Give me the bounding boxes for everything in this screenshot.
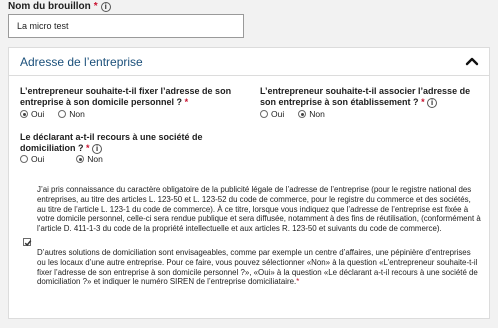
radio-label: Oui [31,154,45,164]
radio-label: Non [69,109,85,119]
required-marker: * [93,1,98,12]
radio-group-establishment-address: Oui Non [260,109,325,119]
required-marker: * [421,97,425,107]
paragraph-text: D’autres solutions de domiciliation sont… [37,248,478,287]
info-icon[interactable]: i [427,98,438,108]
radio-group-domiciliation: Oui Non [20,154,103,164]
question-text: Le déclarant a-t-il recours à une sociét… [20,132,203,153]
required-marker: * [184,97,189,107]
draft-name-label: Nom du brouillon * i [8,1,111,13]
radio-label: Non [87,154,103,164]
info-icon[interactable]: i [92,144,103,154]
question-establishment-address: L’entrepreneur souhaite-t-il associer l’… [260,86,485,108]
draft-name-label-text: Nom du brouillon [8,1,91,12]
radio-group-home-address: Oui Non [20,109,85,119]
radio-label: Oui [31,109,45,119]
required-marker: * [296,277,300,287]
radio-non[interactable] [58,110,67,118]
draft-name-input[interactable]: La micro test [8,14,244,38]
checkmark-icon [24,240,32,247]
section-header[interactable]: Adresse de l’entreprise [9,48,489,76]
address-section-panel: Adresse de l’entreprise L’entrepreneur s… [8,47,490,319]
radio-oui[interactable] [20,110,28,118]
question-domiciliation: Le déclarant a-t-il recours à une sociét… [20,132,220,154]
radio-oui[interactable] [260,110,268,118]
chevron-up-icon[interactable] [465,56,479,66]
radio-label: Oui [271,109,285,119]
acknowledgement-checkbox[interactable] [23,238,32,247]
required-marker: * [86,143,90,153]
info-icon[interactable]: i [100,2,111,12]
radio-non[interactable] [298,110,307,118]
question-text: L’entrepreneur souhaite-t-il associer l’… [260,86,471,107]
section-title: Adresse de l’entreprise [20,55,143,69]
radio-oui[interactable] [20,155,28,163]
radio-label: Non [309,109,325,119]
radio-non[interactable] [76,155,85,163]
acknowledgement-paragraph-1: J’ai pris connaissance du caractère obli… [37,185,481,234]
question-home-address: L’entrepreneur souhaite-t-il fixer l’adr… [20,86,245,108]
acknowledgement-paragraph-2: D’autres solutions de domiciliation sont… [37,248,481,287]
question-text: L’entrepreneur souhaite-t-il fixer l’adr… [20,86,232,107]
